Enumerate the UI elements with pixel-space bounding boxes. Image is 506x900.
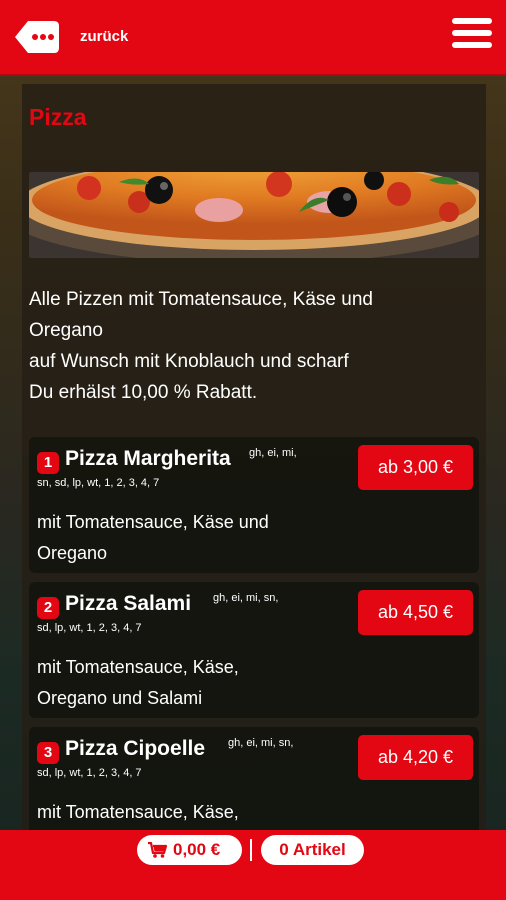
description-line: mit Tomatensauce, Käse,	[37, 657, 239, 677]
product-allergens: sd, lp, wt, 1, 2, 3, 4, 7	[37, 767, 142, 779]
product-name: Pizza Margherita	[65, 447, 231, 470]
add-to-cart-button[interactable]: ab 4,50 €	[358, 590, 473, 635]
intro-line: auf Wunsch mit Knoblauch und scharf	[29, 351, 349, 372]
description-line: mit Tomatensauce, Käse und	[37, 512, 269, 532]
add-to-cart-button[interactable]: ab 4,20 €	[358, 735, 473, 780]
description-line: Oregano und Salami	[37, 688, 203, 708]
product-allergens: sd, lp, wt, 1, 2, 3, 4, 7	[37, 622, 142, 634]
product-description: mit Tomatensauce, Käse und Oregano	[37, 507, 337, 569]
category-description: Alle Pizzen mit Tomatensauce, Käse und O…	[29, 284, 479, 408]
product-allergens: gh, ei, mi, sn,	[228, 737, 294, 749]
ellipsis-tag-icon	[15, 21, 59, 53]
hamburger-menu-icon[interactable]	[452, 18, 492, 54]
intro-line: Alle Pizzen mit Tomatensauce, Käse und	[29, 289, 373, 310]
cart-total-button[interactable]: 0,00 €	[137, 835, 242, 865]
product-description: mit Tomatensauce, Käse,	[37, 797, 337, 828]
product-card[interactable]: 3 Pizza Cipoelle gh, ei, mi, sn, sd, lp,…	[29, 727, 479, 830]
cart-bar: 0,00 € 0 Artikel	[0, 830, 506, 900]
category-title: Pizza	[29, 104, 87, 130]
shopping-cart-icon	[148, 842, 168, 858]
product-number-badge: 3	[37, 742, 59, 764]
product-allergens: gh, ei, mi,	[249, 447, 297, 459]
product-number-badge: 1	[37, 452, 59, 474]
description-line: Oregano	[37, 543, 108, 563]
product-name: Pizza Salami	[65, 592, 192, 615]
back-button[interactable]	[14, 20, 60, 54]
product-card[interactable]: 2 Pizza Salami gh, ei, mi, sn, sd, lp, w…	[29, 582, 479, 718]
product-allergens: gh, ei, mi, sn,	[213, 592, 279, 604]
top-bar: zurück	[0, 0, 506, 76]
pizza-image	[29, 172, 479, 258]
intro-line: Oregano	[29, 320, 103, 341]
intro-line: Du erhälst 10,00 % Rabatt.	[29, 382, 258, 403]
product-card[interactable]: 1 Pizza Margherita gh, ei, mi, sn, sd, l…	[29, 437, 479, 573]
category-panel: Pizza Alle Pizzen mit Tomatensauce, Käse…	[22, 84, 486, 830]
back-label[interactable]: zurück	[80, 28, 128, 45]
product-description: mit Tomatensauce, Käse, Oregano und Sala…	[37, 652, 337, 714]
divider	[250, 839, 252, 861]
cart-total-value: 0,00 €	[173, 840, 221, 859]
product-allergens: sn, sd, lp, wt, 1, 2, 3, 4, 7	[37, 477, 160, 489]
product-name: Pizza Cipoelle	[65, 737, 206, 760]
product-number-badge: 2	[37, 597, 59, 619]
add-to-cart-button[interactable]: ab 3,00 €	[358, 445, 473, 490]
cart-item-count[interactable]: 0 Artikel	[261, 835, 364, 865]
description-line: mit Tomatensauce, Käse,	[37, 802, 239, 822]
